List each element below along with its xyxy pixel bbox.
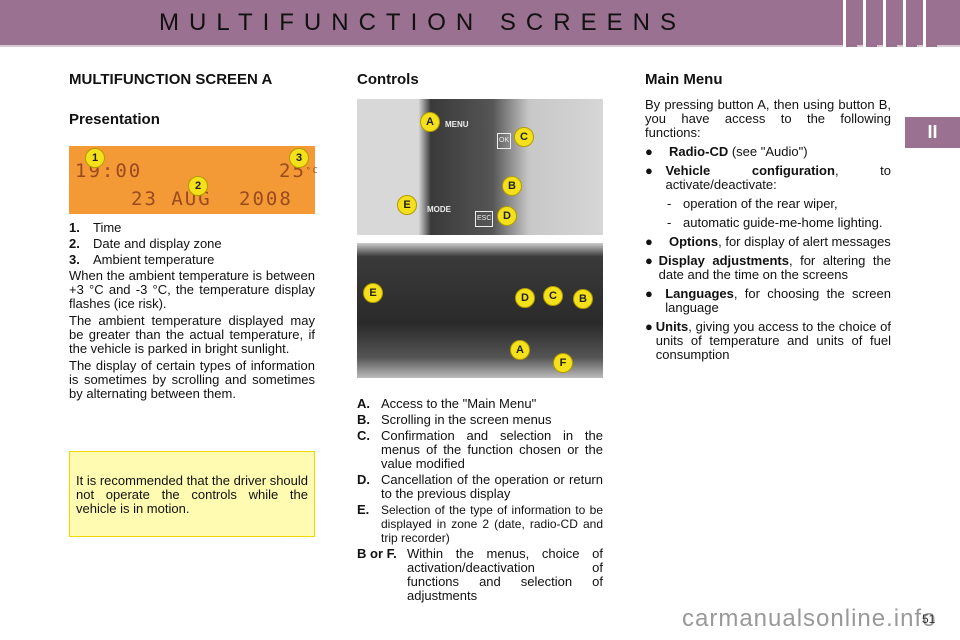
page-number: 51 <box>922 612 936 626</box>
list-item: 3. Ambient temperature <box>69 252 215 267</box>
display-time: 19:00 <box>75 160 143 182</box>
display-illustration: 19:00 25°C 23 AUG 2008 1 2 3 <box>69 146 318 214</box>
list-item: C. Confirmation and selection in the menu… <box>357 428 603 471</box>
list-item: B. Scrolling in the screen menus <box>357 412 552 427</box>
steering-controls-photo: A MENU C OK B E MODE D ESC <box>357 99 603 235</box>
section-tab[interactable]: II <box>905 117 960 148</box>
callout-badge: E <box>363 283 383 303</box>
section-heading: Main Menu <box>645 71 723 88</box>
subheading: Presentation <box>69 111 160 128</box>
display-year: 2008 <box>239 188 293 210</box>
callout-badge: E <box>397 195 417 215</box>
section-heading: Controls <box>357 71 419 88</box>
list-item: 1. Time <box>69 220 122 235</box>
paragraph: The display of certain types of informat… <box>69 358 315 401</box>
list-item: ● Options, for display of alert messages <box>645 234 891 249</box>
callout-badge: F <box>553 353 573 373</box>
list-item: ● Units, giving you access to the choice … <box>645 319 891 362</box>
sub-item: - automatic guide-me-home lighting. <box>667 215 883 230</box>
section-heading: MULTIFUNCTION SCREEN A <box>69 71 273 88</box>
legend-list: 1. Time 2. Date and display zone 3. Ambient… <box>69 221 315 401</box>
paragraph: When the ambient temperature is between … <box>69 268 315 311</box>
list-item: ● Vehicle configuration, to activate/deac… <box>645 163 891 192</box>
callout-badge: 2 <box>188 176 208 196</box>
page-header: MULTIFUNCTION SCREENS <box>0 0 960 47</box>
callout-badge: C <box>514 127 534 147</box>
list-item: 2. Date and display zone <box>69 236 222 251</box>
callout-badge: D <box>497 206 517 226</box>
callout-badge: 3 <box>289 148 309 168</box>
sub-item: - operation of the rear wiper, <box>667 196 838 211</box>
callout-badge: A <box>510 340 530 360</box>
list-item: B or F. Within the menus, choice of activ… <box>357 546 603 603</box>
list-item: ● Languages, for choosing the screen lang… <box>645 286 891 315</box>
callout-badge: C <box>543 286 563 306</box>
list-item: A. Access to the "Main Menu" <box>357 396 537 411</box>
header-stripes <box>843 0 937 47</box>
callout-badge: 1 <box>85 148 105 168</box>
list-item: D. Cancellation of the operation or retur… <box>357 472 603 501</box>
radio-controls-photo: E D C B A F <box>357 243 603 378</box>
callout-badge: B <box>502 176 522 196</box>
list-item: E. Selection of the type of information t… <box>357 502 603 546</box>
list-item: ● Display adjustments, for altering the d… <box>645 253 891 282</box>
watermark: carmanualsonline.info <box>682 605 937 632</box>
main-menu-text: By pressing button A, then using button … <box>645 98 891 362</box>
safety-note: It is recommended that the driver should… <box>69 451 315 537</box>
page-title: MULTIFUNCTION SCREENS <box>159 9 686 36</box>
paragraph: The ambient temperature displayed may be… <box>69 313 315 356</box>
callout-badge: A <box>420 112 440 132</box>
callout-badge: D <box>515 288 535 308</box>
controls-list: A. Access to the "Main Menu" B. Scrolling … <box>357 397 603 605</box>
intro-paragraph: By pressing button A, then using button … <box>645 97 891 140</box>
callout-badge: B <box>573 289 593 309</box>
list-item: ● Radio-CD (see "Audio") <box>645 144 808 159</box>
